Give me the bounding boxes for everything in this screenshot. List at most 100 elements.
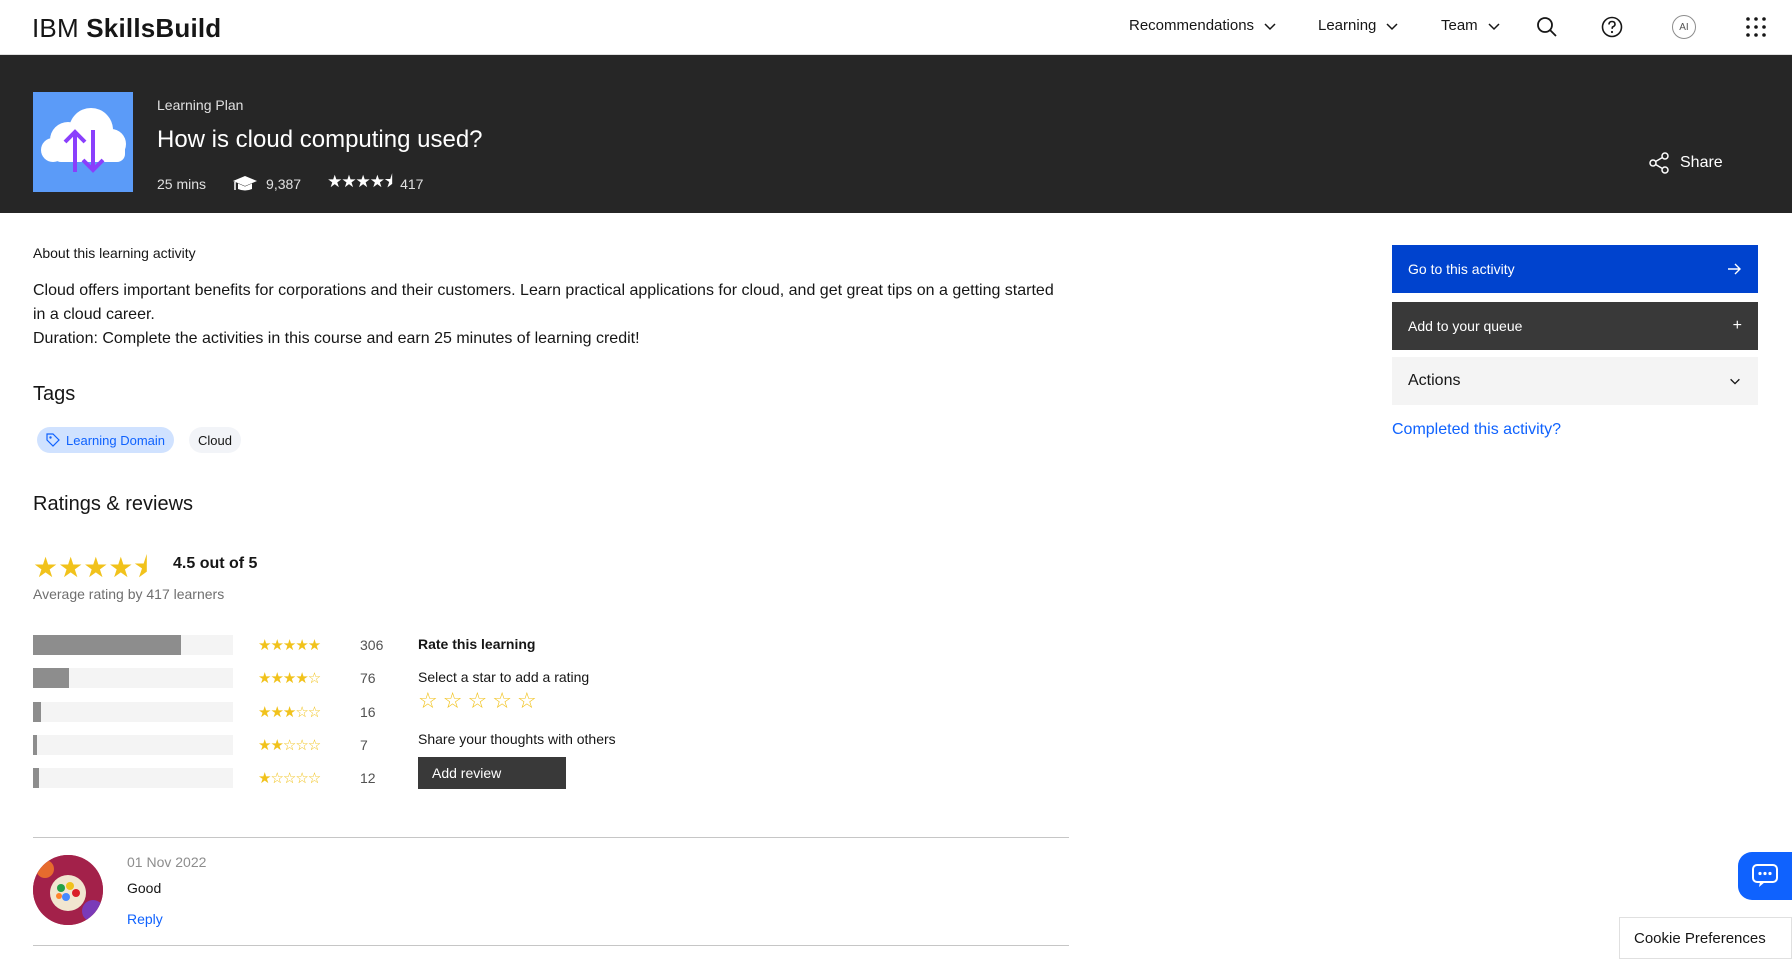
app-switcher-button[interactable] xyxy=(1742,13,1770,41)
rating-distribution-row: ★★☆☆☆ 7 xyxy=(33,734,368,756)
reviewer-photo-icon xyxy=(33,855,103,925)
duration: 25 mins xyxy=(157,175,207,192)
rating-row-stars: ★★☆☆☆ xyxy=(258,737,321,754)
divider xyxy=(33,837,1069,838)
rating-count: 417 xyxy=(400,175,424,192)
chat-button[interactable] xyxy=(1738,852,1792,900)
about-description: Cloud offers important benefits for corp… xyxy=(33,279,1063,351)
nav-item-team[interactable]: Team xyxy=(1441,17,1502,34)
tag-icon xyxy=(46,433,60,447)
average-rating-caption: Average rating by 417 learners xyxy=(33,586,225,602)
tag-label: Learning Domain xyxy=(66,432,166,448)
tag-label: Cloud xyxy=(198,432,232,448)
about-heading: About this learning activity xyxy=(33,245,196,261)
rate-title: Rate this learning xyxy=(418,636,536,652)
actions-label: Actions xyxy=(1408,372,1461,389)
rate-star-5[interactable]: ☆ xyxy=(517,688,537,714)
help-button[interactable] xyxy=(1598,13,1626,41)
activity-meta: 25 mins 9,387 ★★★★⯨ 417 xyxy=(157,169,423,198)
chevron-down-icon xyxy=(1488,22,1500,30)
go-to-activity-button[interactable]: Go to this activity xyxy=(1392,245,1758,293)
reply-link[interactable]: Reply xyxy=(127,911,163,927)
rating-distribution-row: ★★★★★ 306 xyxy=(33,634,383,656)
rating-row-count: 7 xyxy=(360,737,368,753)
rating-row-count: 306 xyxy=(360,637,384,653)
user-avatar-button[interactable]: AI xyxy=(1670,13,1698,41)
rating-bar-fill xyxy=(33,735,37,755)
tag-learning-domain[interactable]: Learning Domain xyxy=(37,427,175,453)
rating-row-count: 16 xyxy=(360,704,376,720)
review-date: 01 Nov 2022 xyxy=(127,854,207,870)
plus-icon: + xyxy=(1732,317,1742,334)
rating-bar-fill xyxy=(33,635,181,655)
average-rating-text: 4.5 out of 5 xyxy=(173,555,258,572)
search-button[interactable] xyxy=(1533,13,1561,41)
tag-cloud[interactable]: Cloud xyxy=(189,427,241,453)
tags-heading: Tags xyxy=(33,383,76,405)
rating-bar xyxy=(33,768,233,788)
search-icon xyxy=(1537,17,1557,37)
rating-bar-fill xyxy=(33,668,69,688)
add-to-queue-button[interactable]: Add to your queue + xyxy=(1392,302,1758,350)
share-button[interactable]: Share xyxy=(1648,152,1723,174)
queue-label: Add to your queue xyxy=(1408,318,1523,334)
rate-star-picker: ☆ ☆ ☆ ☆ ☆ xyxy=(418,688,537,714)
review-text: Good xyxy=(127,880,162,896)
rate-star-1[interactable]: ☆ xyxy=(418,688,438,714)
activity-type: Learning Plan xyxy=(157,97,244,113)
rating-stars: ★★★★⯨ xyxy=(327,172,393,191)
rating-row-stars: ★★★★★ xyxy=(258,637,321,654)
rating-row-count: 12 xyxy=(360,770,376,786)
grid-icon xyxy=(1746,17,1766,37)
chevron-down-icon xyxy=(1386,22,1398,30)
rating-distribution-row: ★☆☆☆☆ 12 xyxy=(33,767,376,789)
nav-label: Recommendations xyxy=(1129,17,1255,34)
nav-label: Learning xyxy=(1318,17,1377,34)
avatar: AI xyxy=(1672,15,1696,39)
rate-star-4[interactable]: ☆ xyxy=(492,688,512,714)
divider xyxy=(33,945,1069,946)
reviewer-avatar xyxy=(33,855,103,925)
help-icon xyxy=(1601,16,1623,38)
actions-dropdown[interactable]: Actions xyxy=(1392,357,1758,405)
rating-distribution-row: ★★★☆☆ 16 xyxy=(33,701,376,723)
completed-activity-link[interactable]: Completed this activity? xyxy=(1392,421,1561,439)
rating-row-stars: ★☆☆☆☆ xyxy=(258,770,321,787)
nav-item-learning[interactable]: Learning xyxy=(1318,17,1400,34)
share-icon xyxy=(1649,152,1669,174)
go-label: Go to this activity xyxy=(1408,261,1515,277)
rate-star-3[interactable]: ☆ xyxy=(467,688,487,714)
rating-bar-fill xyxy=(33,768,39,788)
rating-row-stars: ★★★☆☆ xyxy=(258,704,321,721)
rating-bar xyxy=(33,735,233,755)
about-duration: Duration: Complete the activities in thi… xyxy=(33,330,640,347)
nav-label: Team xyxy=(1441,17,1478,34)
share-label: Share xyxy=(1680,154,1723,171)
chevron-down-icon xyxy=(1264,22,1276,30)
enrolled-count: 9,387 xyxy=(266,175,302,192)
about-line: Cloud offers important benefits for corp… xyxy=(33,282,1054,323)
chevron-down-icon xyxy=(1730,378,1740,385)
rating-bar xyxy=(33,668,233,688)
rate-star-2[interactable]: ☆ xyxy=(443,688,463,714)
share-thoughts-label: Share your thoughts with others xyxy=(418,731,616,747)
graduation-cap-icon xyxy=(233,175,258,190)
cookie-preferences-button[interactable]: Cookie Preferences xyxy=(1619,917,1792,959)
rating-row-count: 76 xyxy=(360,670,376,686)
activity-thumbnail xyxy=(33,92,133,192)
brand-logo[interactable]: IBM SkillsBuild xyxy=(32,13,221,44)
ratings-heading: Ratings & reviews xyxy=(33,493,194,515)
rating-bar xyxy=(33,635,233,655)
rating-row-stars: ★★★★☆ xyxy=(258,670,321,687)
rate-instructions: Select a star to add a rating xyxy=(418,669,590,685)
hero-banner: Learning Plan How is cloud computing use… xyxy=(0,55,1792,213)
brand-name: SkillsBuild xyxy=(86,13,222,43)
nav-item-recommendations[interactable]: Recommendations xyxy=(1129,17,1278,34)
top-nav: IBM SkillsBuild Recommendations Learning… xyxy=(0,0,1792,55)
rating-bar-fill xyxy=(33,702,41,722)
add-review-button[interactable]: Add review xyxy=(418,757,566,789)
rating-distribution-row: ★★★★☆ 76 xyxy=(33,667,376,689)
chat-icon xyxy=(1752,864,1778,887)
brand-prefix: IBM xyxy=(32,13,79,43)
rating-bar xyxy=(33,702,233,722)
